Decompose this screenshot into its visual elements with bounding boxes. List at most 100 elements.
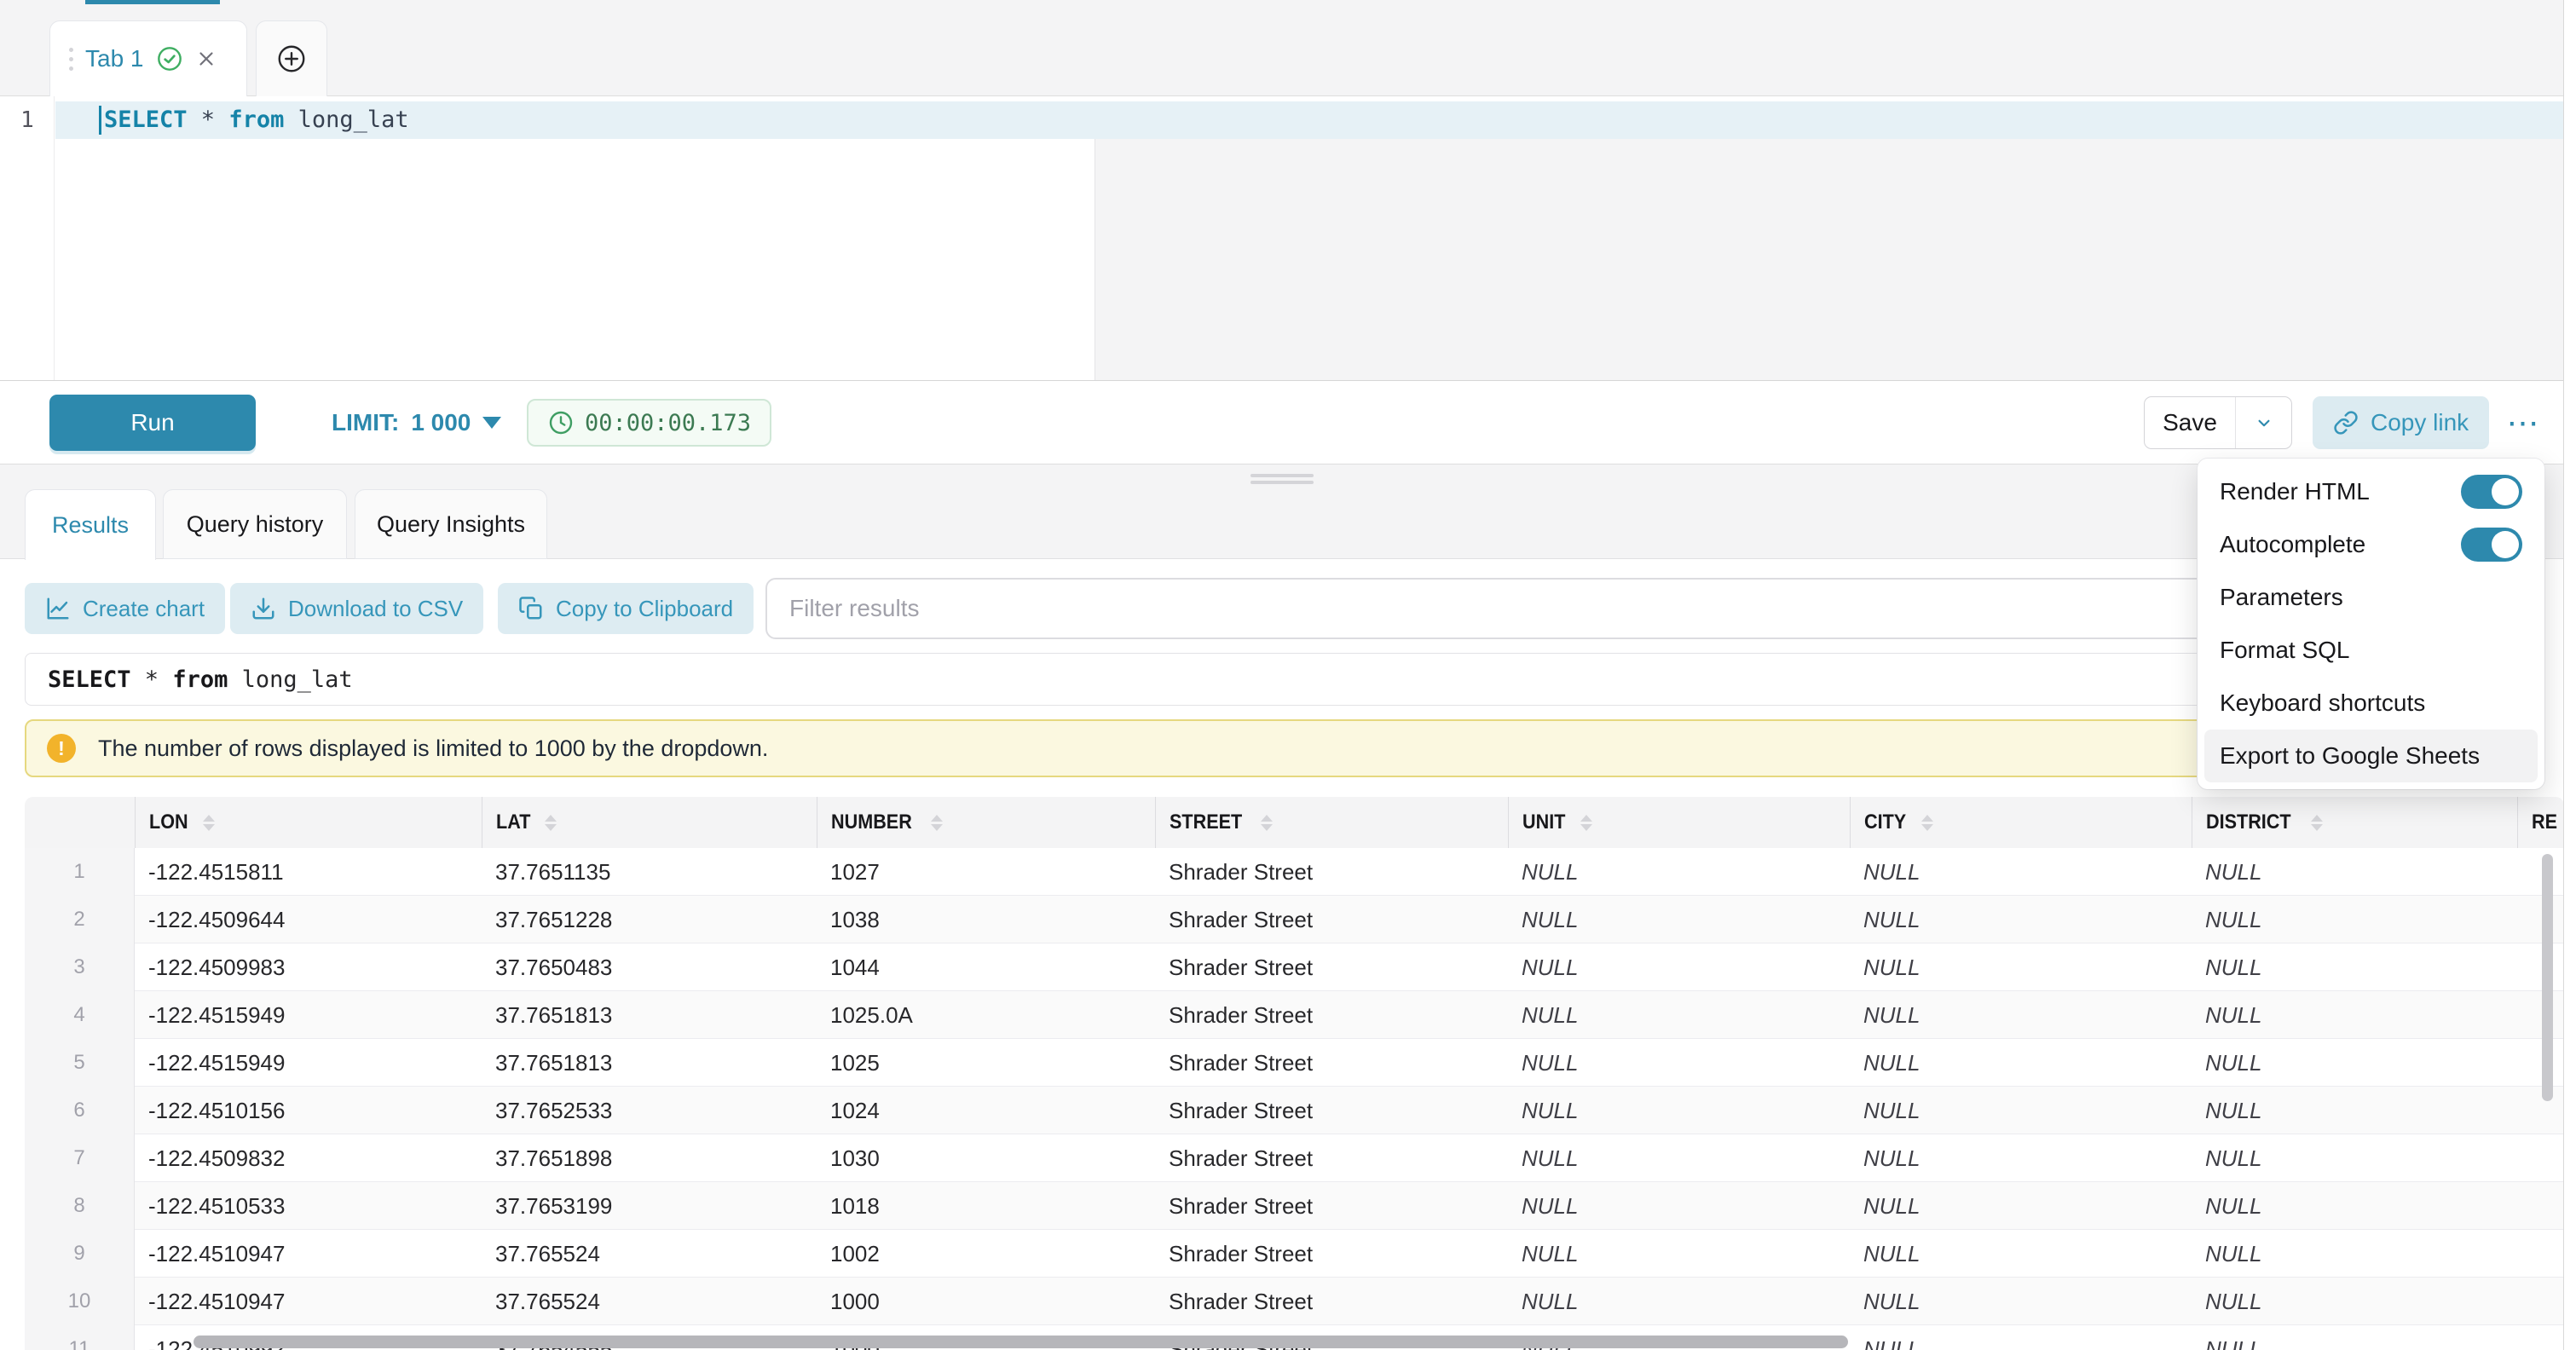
table-cell[interactable]: Shrader Street: [1155, 848, 1508, 896]
sort-icon[interactable]: [1921, 815, 1933, 831]
copy-link-button[interactable]: Copy link: [2313, 396, 2489, 449]
table-cell[interactable]: NULL: [2192, 1325, 2517, 1350]
horizontal-scrollbar[interactable]: [193, 1336, 1848, 1348]
create-chart-button[interactable]: Create chart: [25, 583, 225, 634]
table-cell[interactable]: NULL: [2192, 1182, 2517, 1230]
table-cell[interactable]: 1027: [817, 848, 1155, 896]
table-cell[interactable]: -122.4509644: [135, 896, 482, 943]
table-row[interactable]: 3-122.450998337.76504831044Shrader Stree…: [25, 943, 2564, 991]
column-header-unit[interactable]: UNIT: [1508, 797, 1850, 848]
table-row[interactable]: 1-122.451581137.76511351027Shrader Stree…: [25, 848, 2564, 896]
new-tab-button[interactable]: [256, 20, 327, 96]
table-cell[interactable]: NULL: [1508, 848, 1850, 896]
table-cell[interactable]: -122.4510947: [135, 1230, 482, 1278]
table-cell[interactable]: -122.4510533: [135, 1182, 482, 1230]
table-row[interactable]: 7-122.450983237.76518981030Shrader Stree…: [25, 1134, 2564, 1182]
table-cell[interactable]: Shrader Street: [1155, 1182, 1508, 1230]
tab-results[interactable]: Results: [25, 489, 156, 560]
table-cell[interactable]: NULL: [1850, 896, 2192, 943]
table-cell[interactable]: 37.7652533: [482, 1087, 817, 1134]
table-cell[interactable]: NULL: [1850, 991, 2192, 1039]
column-header-street[interactable]: STREET: [1155, 797, 1508, 848]
table-cell[interactable]: NULL: [2192, 991, 2517, 1039]
table-cell[interactable]: NULL: [2192, 1230, 2517, 1278]
table-cell[interactable]: 37.7651813: [482, 991, 817, 1039]
table-cell[interactable]: NULL: [2192, 848, 2517, 896]
menu-item-render-html[interactable]: Render HTML: [2198, 465, 2544, 518]
table-row[interactable]: 5-122.451594937.76518131025Shrader Stree…: [25, 1039, 2564, 1087]
table-cell[interactable]: [2517, 1182, 2564, 1230]
table-cell[interactable]: NULL: [1850, 848, 2192, 896]
panel-resize-handle[interactable]: [1250, 474, 1314, 484]
table-row[interactable]: 9-122.451094737.7655241002Shrader Street…: [25, 1230, 2564, 1278]
tab-query-insights[interactable]: Query Insights: [355, 489, 547, 559]
column-header-lat[interactable]: LAT: [482, 797, 817, 848]
column-header-lon[interactable]: LON: [135, 797, 482, 848]
table-cell[interactable]: NULL: [1508, 943, 1850, 991]
table-cell[interactable]: NULL: [1850, 1134, 2192, 1182]
table-cell[interactable]: 37.765524: [482, 1278, 817, 1325]
table-cell[interactable]: NULL: [2192, 1278, 2517, 1325]
tab-query-history[interactable]: Query history: [163, 489, 347, 559]
table-cell[interactable]: NULL: [2192, 1134, 2517, 1182]
table-cell[interactable]: NULL: [1850, 1039, 2192, 1087]
table-cell[interactable]: Shrader Street: [1155, 896, 1508, 943]
table-cell[interactable]: Shrader Street: [1155, 1087, 1508, 1134]
table-cell[interactable]: 1025: [817, 1039, 1155, 1087]
table-cell[interactable]: NULL: [1508, 1134, 1850, 1182]
table-cell[interactable]: 1002: [817, 1230, 1155, 1278]
table-cell[interactable]: -122.4515811: [135, 848, 482, 896]
table-cell[interactable]: NULL: [1508, 1182, 1850, 1230]
table-cell[interactable]: [2517, 896, 2564, 943]
vertical-scrollbar[interactable]: [2542, 854, 2553, 1101]
run-button[interactable]: Run: [49, 395, 256, 451]
table-cell[interactable]: Shrader Street: [1155, 1230, 1508, 1278]
more-options-button[interactable]: ⋯: [2496, 396, 2552, 449]
table-cell[interactable]: NULL: [1850, 1325, 2192, 1350]
table-row[interactable]: 8-122.451053337.76531991018Shrader Stree…: [25, 1182, 2564, 1230]
table-row[interactable]: 4-122.451594937.76518131025.0AShrader St…: [25, 991, 2564, 1039]
column-header-re[interactable]: RE: [2517, 797, 2564, 848]
table-row[interactable]: 2-122.450964437.76512281038Shrader Stree…: [25, 896, 2564, 943]
menu-item-export-google-sheets[interactable]: Export to Google Sheets: [2204, 730, 2538, 782]
sort-icon[interactable]: [203, 815, 215, 831]
table-cell[interactable]: 1024: [817, 1087, 1155, 1134]
menu-item-parameters[interactable]: Parameters: [2198, 571, 2544, 624]
table-cell[interactable]: Shrader Street: [1155, 991, 1508, 1039]
save-button[interactable]: Save: [2145, 397, 2235, 448]
column-header-number[interactable]: NUMBER: [817, 797, 1155, 848]
table-cell[interactable]: Shrader Street: [1155, 1039, 1508, 1087]
table-row[interactable]: 10-122.451094737.7655241000Shrader Stree…: [25, 1278, 2564, 1325]
table-cell[interactable]: NULL: [1850, 1278, 2192, 1325]
sort-icon[interactable]: [931, 815, 943, 831]
autocomplete-toggle[interactable]: [2461, 528, 2522, 562]
save-options-button[interactable]: [2235, 397, 2291, 448]
table-cell[interactable]: -122.4510156: [135, 1087, 482, 1134]
table-cell[interactable]: NULL: [2192, 896, 2517, 943]
menu-item-autocomplete[interactable]: Autocomplete: [2198, 518, 2544, 571]
table-cell[interactable]: Shrader Street: [1155, 1134, 1508, 1182]
table-cell[interactable]: 1030: [817, 1134, 1155, 1182]
column-header-city[interactable]: CITY: [1850, 797, 2192, 848]
close-tab-icon[interactable]: [195, 48, 217, 70]
table-cell[interactable]: 1044: [817, 943, 1155, 991]
table-cell[interactable]: NULL: [2192, 1039, 2517, 1087]
table-cell[interactable]: NULL: [1508, 896, 1850, 943]
table-cell[interactable]: 1038: [817, 896, 1155, 943]
table-cell[interactable]: 37.7650483: [482, 943, 817, 991]
code-line[interactable]: SELECT * from long_lat: [104, 101, 409, 139]
table-cell[interactable]: -122.4510947: [135, 1278, 482, 1325]
table-cell[interactable]: -122.4515949: [135, 1039, 482, 1087]
sql-editor[interactable]: 1 SELECT * from long_lat: [0, 95, 2564, 381]
sort-icon[interactable]: [1261, 815, 1273, 831]
table-cell[interactable]: -122.4509983: [135, 943, 482, 991]
download-csv-button[interactable]: Download to CSV: [230, 583, 483, 634]
table-cell[interactable]: 1025.0A: [817, 991, 1155, 1039]
table-cell[interactable]: NULL: [1508, 1039, 1850, 1087]
drag-grip-icon[interactable]: [69, 48, 73, 71]
table-cell[interactable]: NULL: [1850, 943, 2192, 991]
table-cell[interactable]: -122.4515949: [135, 991, 482, 1039]
table-cell[interactable]: [2517, 848, 2564, 896]
table-cell[interactable]: NULL: [1508, 1230, 1850, 1278]
table-cell[interactable]: -122.4509832: [135, 1134, 482, 1182]
